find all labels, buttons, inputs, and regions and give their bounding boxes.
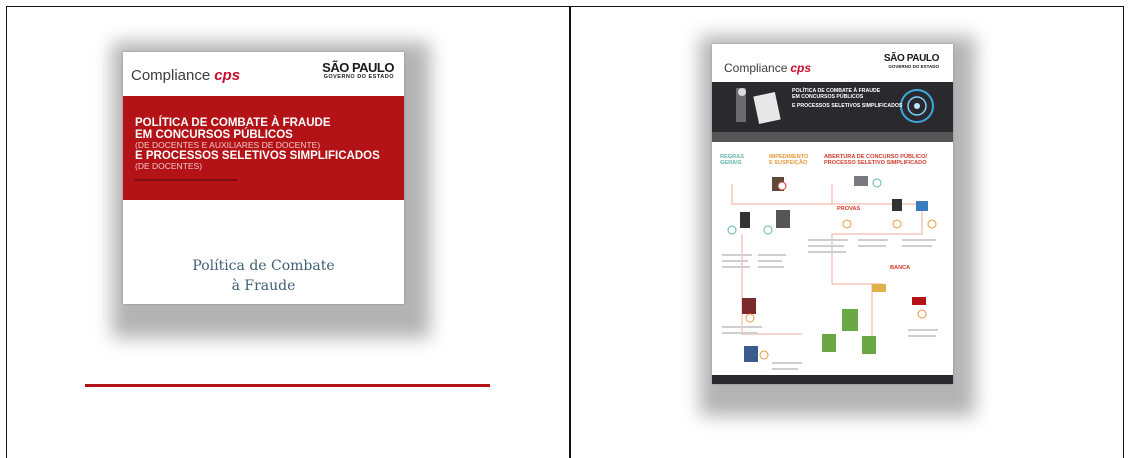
column-divider <box>569 6 571 458</box>
headline-line: (DE DOCENTES) <box>135 161 203 171</box>
infographic-footer-band <box>712 375 953 384</box>
headline-line: (DE DOCENTES E AUXILIARES DE DOCENTE) <box>135 140 321 150</box>
headline-line: POLÍTICA DE COMBATE À FRAUDE <box>135 117 331 129</box>
flow-diagram <box>722 176 938 370</box>
right-document-thumbnail: Compliance cps SÃO PAULO GOVERNO DO ESTAD… <box>712 44 953 384</box>
title-rule <box>135 179 237 181</box>
left-card-header: Compliance cps SÃO PAULO GOVERNO DO ESTAD… <box>123 52 404 94</box>
document-caption: Política de Combate <box>192 258 335 274</box>
left-card-title-band: POLÍTICA DE COMBATE À FRAUDE EM CONCURSO… <box>123 96 404 200</box>
red-rule <box>85 384 490 387</box>
sao-paulo-logo: SÃO PAULO GOVERNO DO ESTADO <box>322 60 394 80</box>
left-document-thumbnail: Compliance cps SÃO PAULO GOVERNO DO ESTAD… <box>123 52 404 304</box>
document-caption: à Fraude <box>231 278 296 294</box>
compliance-logo: Compliance cps <box>131 67 241 84</box>
